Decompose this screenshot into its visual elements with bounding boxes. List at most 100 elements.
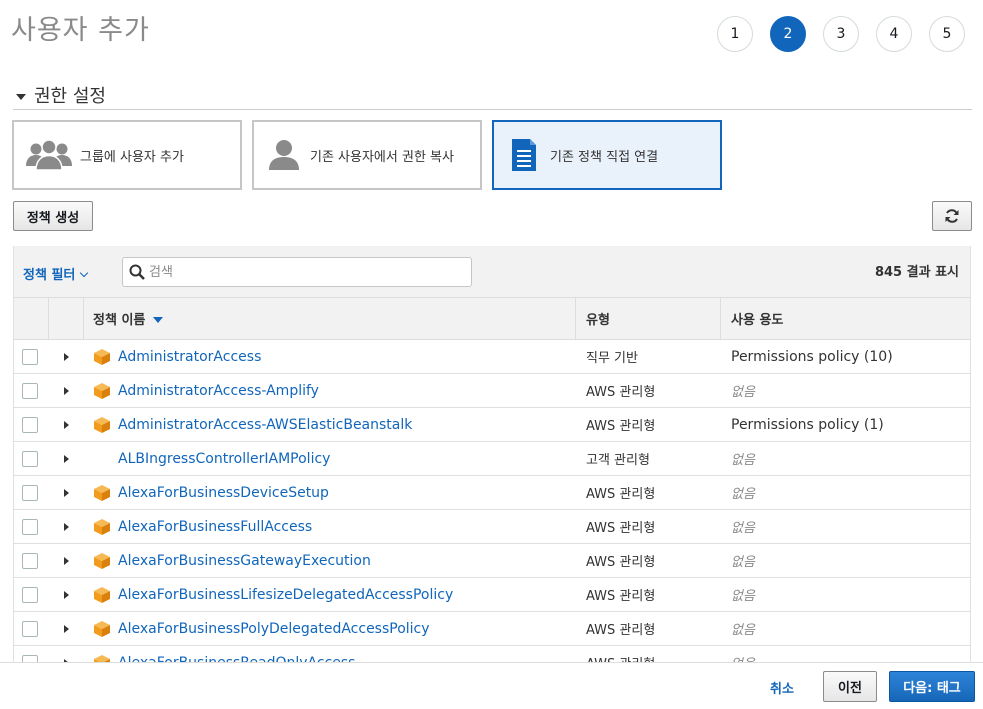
- policy-name-link[interactable]: ALBIngressControllerIAMPolicy: [118, 451, 330, 467]
- chevron-down-icon: [80, 268, 89, 278]
- policy-name-link[interactable]: AlexaForBusinessFullAccess: [118, 519, 312, 535]
- step-4[interactable]: 4: [876, 16, 912, 52]
- policy-name-cell: ALBIngressControllerIAMPolicy: [84, 442, 576, 475]
- option-label: 기존 사용자에서 권한 복사: [310, 149, 454, 165]
- expand-cell: [49, 510, 84, 543]
- option-attach-policies[interactable]: 기존 정책 직접 연결: [492, 120, 722, 190]
- expand-caret-icon[interactable]: [64, 590, 69, 599]
- policy-usage: 없음: [731, 521, 755, 536]
- policy-name-cell: AdministratorAccess: [84, 340, 576, 373]
- expand-caret-icon[interactable]: [64, 488, 69, 497]
- policy-usage-cell: Permissions policy (1): [721, 408, 970, 441]
- policy-name-link[interactable]: AlexaForBusinessPolyDelegatedAccessPolic…: [118, 621, 430, 637]
- policy-usage: 없음: [731, 555, 755, 570]
- expand-cell: [49, 442, 84, 475]
- policy-type: AWS 관리형: [586, 623, 656, 638]
- step-3[interactable]: 3: [823, 16, 859, 52]
- policy-usage: Permissions policy (1): [731, 416, 884, 433]
- section-header[interactable]: 권한 설정: [13, 80, 972, 110]
- policy-name-link[interactable]: AdministratorAccess-Amplify: [118, 383, 319, 399]
- expand-caret-icon[interactable]: [64, 386, 69, 395]
- expand-caret-icon[interactable]: [64, 352, 69, 361]
- expand-caret-icon[interactable]: [64, 522, 69, 531]
- row-checkbox[interactable]: [22, 552, 38, 569]
- row-checkbox[interactable]: [22, 416, 38, 433]
- policy-type-cell: AWS 관리형: [576, 374, 721, 407]
- policy-usage: Permissions policy (10): [731, 348, 893, 365]
- policy-name-link[interactable]: AdministratorAccess-AWSElasticBeanstalk: [118, 417, 412, 433]
- aws-managed-policy-icon: [93, 382, 111, 400]
- policy-usage: 없음: [731, 653, 755, 662]
- expand-caret-icon[interactable]: [64, 624, 69, 633]
- policy-type: AWS 관리형: [586, 653, 655, 662]
- row-checkbox[interactable]: [22, 620, 38, 637]
- row-checkbox[interactable]: [22, 382, 38, 399]
- policy-name-link[interactable]: AlexaForBusinessReadOnlyAccess: [118, 655, 355, 663]
- policy-usage-cell: 없음: [721, 374, 970, 407]
- next-tags-button[interactable]: 다음: 태그: [889, 671, 975, 702]
- policy-name-link[interactable]: AdministratorAccess: [118, 349, 261, 365]
- policy-usage: 없음: [731, 487, 755, 502]
- row-checkbox[interactable]: [22, 484, 38, 501]
- expand-caret-icon[interactable]: [64, 454, 69, 463]
- option-copy-permissions[interactable]: 기존 사용자에서 권한 복사: [252, 120, 482, 190]
- policy-name-cell: AlexaForBusinessFullAccess: [84, 510, 576, 543]
- user-icon: [269, 140, 299, 170]
- refresh-button[interactable]: [932, 201, 972, 231]
- step-1[interactable]: 1: [717, 16, 753, 52]
- header-policy-name[interactable]: 정책 이름: [84, 298, 576, 339]
- policy-filter-dropdown[interactable]: 정책 필터: [23, 264, 89, 283]
- search-icon: [129, 264, 145, 280]
- row-checkbox[interactable]: [22, 450, 38, 467]
- header-type[interactable]: 유형: [576, 298, 721, 339]
- table-row: AdministratorAccess-AWSElasticBeanstalk A…: [14, 408, 970, 442]
- step-5[interactable]: 5: [929, 16, 965, 52]
- create-policy-button[interactable]: 정책 생성: [13, 201, 93, 231]
- policy-usage: 없음: [731, 453, 755, 468]
- caret-down-icon[interactable]: [16, 93, 26, 100]
- step-2[interactable]: 2: [770, 16, 806, 52]
- footer-divider: [0, 662, 983, 663]
- result-count: 845 결과 표시: [874, 265, 959, 280]
- policy-usage-cell: 없음: [721, 476, 970, 509]
- policy-usage-cell: 없음: [721, 510, 970, 543]
- select-cell: [14, 442, 49, 475]
- select-cell: [14, 612, 49, 645]
- table-row: AlexaForBusinessDeviceSetup AWS 관리형 없음: [14, 476, 970, 510]
- row-checkbox[interactable]: [22, 654, 38, 662]
- policy-name-link[interactable]: AlexaForBusinessDeviceSetup: [118, 485, 329, 501]
- aws-managed-policy-icon: [93, 416, 111, 434]
- option-add-to-group[interactable]: 그룹에 사용자 추가: [12, 120, 242, 190]
- policy-type-cell: 직무 기반: [576, 340, 721, 373]
- search-input[interactable]: [149, 264, 449, 280]
- row-checkbox[interactable]: [22, 348, 38, 365]
- table-row: AlexaForBusinessReadOnlyAccess AWS 관리형 없음: [14, 646, 970, 662]
- wizard-steps: 1 2 3 4 5: [717, 16, 965, 52]
- policy-type-cell: AWS 관리형: [576, 544, 721, 577]
- policy-name-link[interactable]: AlexaForBusinessGatewayExecution: [118, 553, 371, 569]
- expand-caret-icon[interactable]: [64, 556, 69, 565]
- aws-managed-policy-icon: [93, 654, 111, 662]
- expand-caret-icon[interactable]: [64, 420, 69, 429]
- refresh-icon: [945, 209, 959, 223]
- policy-table: 정책 필터 845 결과 표시 정책 이름 유형 사용 용도 Administr…: [13, 246, 971, 662]
- policy-name-link[interactable]: AlexaForBusinessLifesizeDelegatedAccessP…: [118, 587, 453, 603]
- sort-descending-icon[interactable]: [153, 316, 164, 323]
- cancel-link[interactable]: 취소: [770, 678, 794, 697]
- policy-type-cell: 고객 관리형: [576, 442, 721, 475]
- policy-type-cell: AWS 관리형: [576, 646, 721, 662]
- policy-type: AWS 관리형: [586, 589, 656, 604]
- expand-cell: [49, 646, 84, 662]
- row-checkbox[interactable]: [22, 518, 38, 535]
- table-row: AdministratorAccess 직무 기반 Permissions poli…: [14, 340, 970, 374]
- table-body: AdministratorAccess 직무 기반 Permissions poli…: [14, 340, 970, 662]
- search-box[interactable]: [122, 257, 472, 287]
- policy-usage-cell: 없음: [721, 442, 970, 475]
- row-checkbox[interactable]: [22, 586, 38, 603]
- header-policy-name-label: 정책 이름: [93, 313, 146, 328]
- header-type-label: 유형: [586, 313, 610, 328]
- previous-button[interactable]: 이전: [823, 671, 877, 702]
- select-cell: [14, 408, 49, 441]
- header-usage[interactable]: 사용 용도: [721, 298, 970, 339]
- expand-cell: [49, 476, 84, 509]
